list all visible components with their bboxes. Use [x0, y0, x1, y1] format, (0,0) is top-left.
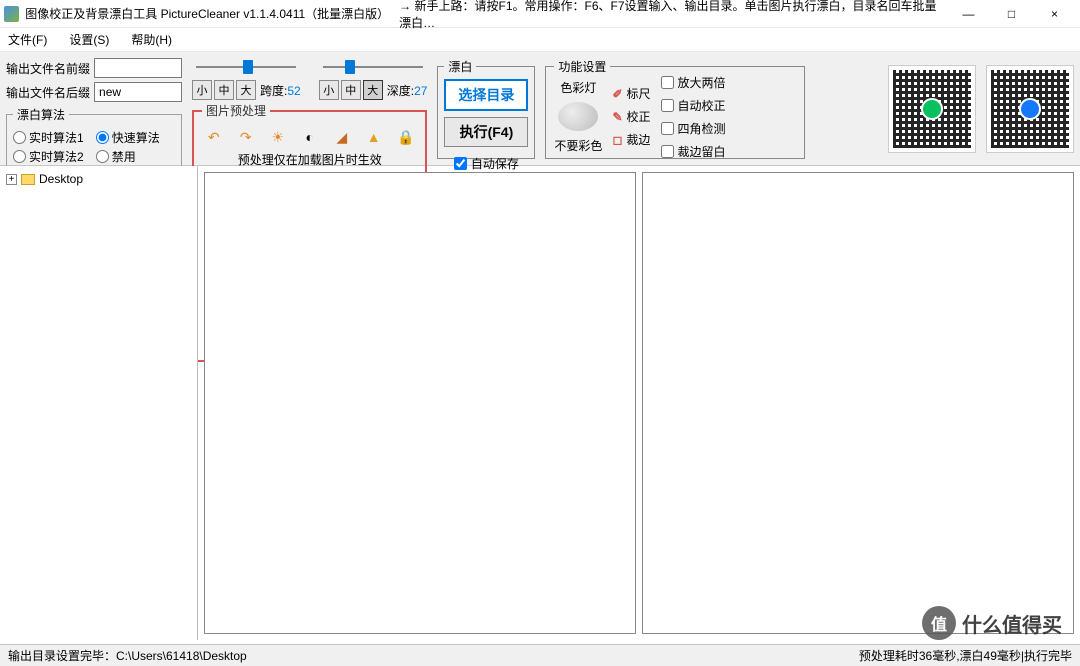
corner-detect-checkbox[interactable]: 四角检测: [661, 120, 726, 137]
depth-large-button[interactable]: 大: [363, 80, 383, 100]
title-bar: 图像校正及背景漂白工具 PictureCleaner v1.1.4.0411（批…: [0, 0, 1080, 28]
result-pane[interactable]: [642, 172, 1074, 634]
alipay-icon: [1019, 98, 1041, 120]
no-color-label: 不要彩色: [554, 137, 602, 154]
watermark-text: 什么值得买: [962, 609, 1062, 638]
bleach-group: 漂白 选择目录 执行(F4) 自动保存: [437, 58, 535, 159]
algorithm-group: 漂白算法 实时算法1 快速算法 实时算法2 禁用: [6, 106, 182, 172]
select-dir-button[interactable]: 选择目录: [444, 79, 528, 111]
execute-button[interactable]: 执行(F4): [444, 117, 528, 147]
status-bar: 输出目录设置完毕：C:\Users\61418\Desktop 预处理耗时36毫…: [0, 644, 1080, 666]
toolbar: 输出文件名前缀 输出文件名后缀 漂白算法 实时算法1 快速算法 实时算法2 禁用: [0, 52, 1080, 166]
sharpen-icon[interactable]: ◢: [334, 129, 350, 145]
preprocess-legend: 图片预处理: [202, 102, 270, 119]
watermark-icon: 值: [922, 606, 956, 640]
menu-file[interactable]: 文件(F): [4, 29, 51, 50]
auto-correct-checkbox[interactable]: 自动校正: [661, 97, 726, 114]
expand-icon[interactable]: +: [6, 174, 17, 185]
menu-help[interactable]: 帮助(H): [127, 29, 176, 50]
app-icon: [4, 6, 19, 22]
status-right: 预处理耗时36毫秒,漂白49毫秒|执行完毕: [859, 647, 1072, 664]
depth-value: 27: [414, 84, 427, 98]
undo-icon[interactable]: ↶: [206, 129, 222, 145]
radio-rt2[interactable]: 实时算法2: [13, 148, 84, 165]
bleach-legend: 漂白: [444, 58, 476, 75]
ruler-button[interactable]: ✐标尺: [612, 85, 650, 102]
algorithm-legend: 漂白算法: [13, 106, 69, 123]
crop-button[interactable]: ◻裁边: [612, 131, 650, 148]
function-group: 功能设置 色彩灯 不要彩色 ✐标尺 ✎校正 ◻裁边 放大两倍 自动校正 四角检测…: [545, 58, 805, 159]
colorlight-label: 色彩灯: [560, 79, 596, 96]
zoom2x-checkbox[interactable]: 放大两倍: [661, 74, 726, 91]
warn-icon[interactable]: ▲: [366, 129, 382, 145]
menu-settings[interactable]: 设置(S): [65, 29, 113, 50]
tree-root-label: Desktop: [39, 172, 83, 186]
correct-button[interactable]: ✎校正: [612, 108, 650, 125]
depth-mid-button[interactable]: 中: [341, 80, 361, 100]
wechat-icon: [921, 98, 943, 120]
folder-tree[interactable]: + Desktop: [0, 166, 198, 640]
radio-rt1[interactable]: 实时算法1: [13, 129, 84, 146]
close-button[interactable]: ×: [1033, 0, 1076, 28]
span-value: 52: [287, 84, 300, 98]
depth-label: 深度:: [387, 84, 414, 98]
span-mid-button[interactable]: 中: [214, 80, 234, 100]
redo-icon[interactable]: ↷: [238, 129, 254, 145]
span-small-button[interactable]: 小: [192, 80, 212, 100]
output-prefix-label: 输出文件名前缀: [6, 60, 90, 77]
span-label: 跨度:: [260, 84, 287, 98]
depth-slider[interactable]: [323, 58, 423, 76]
output-prefix-input[interactable]: [94, 58, 182, 78]
source-pane[interactable]: [204, 172, 636, 634]
main-area: + Desktop: [0, 166, 1080, 640]
window-title: 图像校正及背景漂白工具 PictureCleaner v1.1.4.0411（批…: [25, 5, 389, 22]
contrast-icon[interactable]: ◐: [302, 129, 318, 145]
qr-area: [888, 58, 1074, 159]
output-suffix-label: 输出文件名后缀: [6, 84, 90, 101]
window-hint: → 新手上路：请按F1。常用操作：F6、F7设置输入、输出目录。单击图片执行漂白…: [399, 0, 947, 31]
crop-blank-checkbox[interactable]: 裁边留白: [661, 143, 726, 160]
status-left: 输出目录设置完毕：C:\Users\61418\Desktop: [8, 647, 247, 664]
menu-bar: 文件(F) 设置(S) 帮助(H): [0, 28, 1080, 52]
watermark: 值 什么值得买: [922, 606, 1062, 640]
span-large-button[interactable]: 大: [236, 80, 256, 100]
tree-root-row[interactable]: + Desktop: [6, 172, 191, 186]
maximize-button[interactable]: □: [990, 0, 1033, 28]
brightness-icon[interactable]: ☀: [270, 129, 286, 145]
alipay-qr: [986, 65, 1074, 153]
radio-fast[interactable]: 快速算法: [96, 129, 160, 146]
colorlight-icon[interactable]: [558, 102, 598, 131]
function-legend: 功能设置: [554, 58, 610, 75]
folder-icon: [21, 174, 35, 185]
lock-icon[interactable]: 🔒: [398, 129, 414, 145]
output-suffix-input[interactable]: [94, 82, 182, 102]
minimize-button[interactable]: —: [947, 0, 990, 28]
wechat-qr: [888, 65, 976, 153]
radio-disable[interactable]: 禁用: [96, 148, 136, 165]
span-slider[interactable]: [196, 58, 296, 76]
depth-small-button[interactable]: 小: [319, 80, 339, 100]
